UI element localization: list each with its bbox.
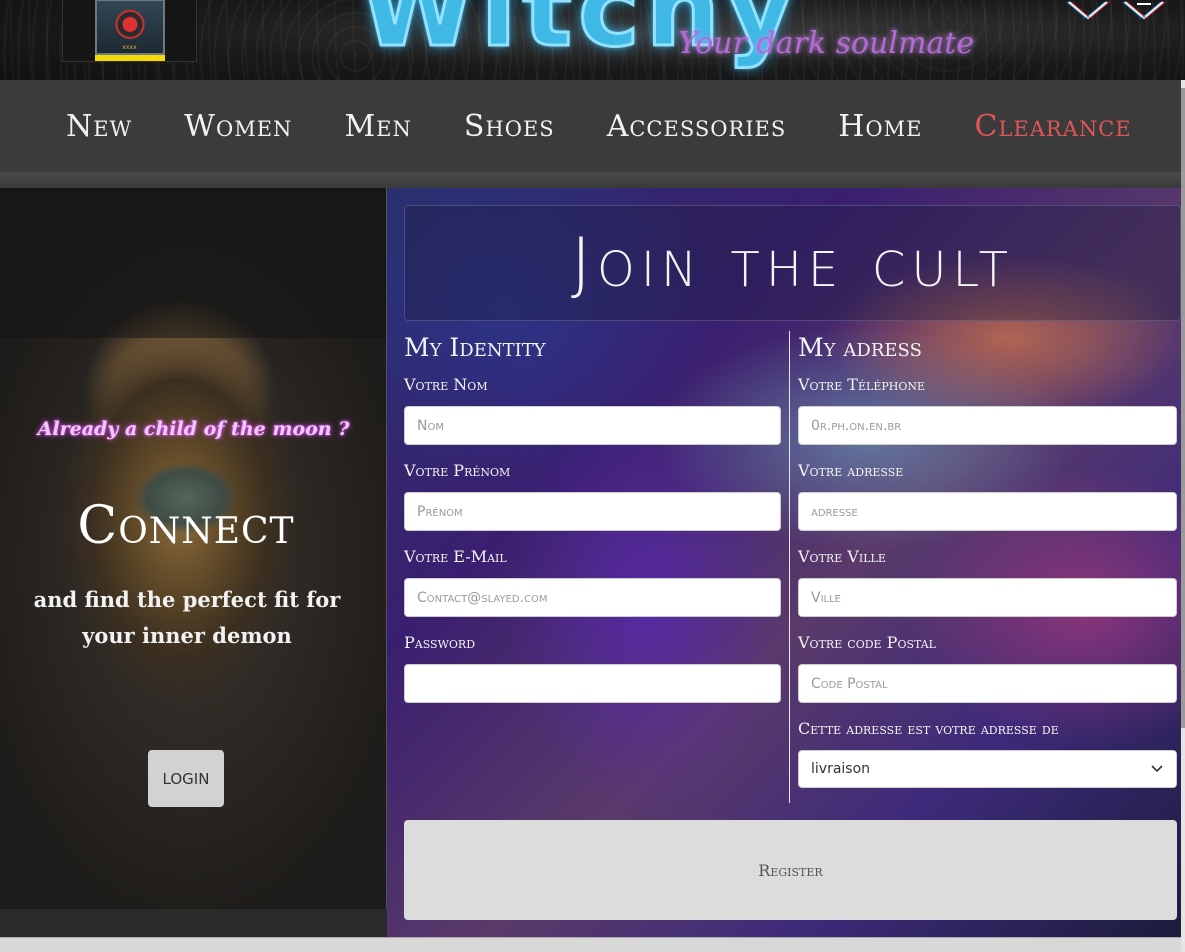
- postal-code-input[interactable]: [798, 664, 1177, 703]
- nav-item-shoes[interactable]: Shoes: [464, 109, 555, 144]
- nav-item-women[interactable]: Women: [184, 109, 292, 144]
- ville-input[interactable]: [798, 578, 1177, 617]
- main-nav: New Women Men Shoes Accessories Home Cle…: [0, 80, 1181, 172]
- login-button[interactable]: LOGIN: [148, 750, 224, 807]
- connect-panel: Already a child of the moon ? Connect an…: [0, 188, 387, 909]
- logo-artwork: xxxx: [94, 0, 165, 55]
- nav-item-men[interactable]: Men: [344, 109, 411, 144]
- adresse-label: Votre adresse: [798, 461, 904, 480]
- register-panel: Join the cult My Identity Votre Nom Votr…: [387, 188, 1181, 937]
- nav-divider-strip: [0, 172, 1181, 188]
- connect-description: and find the perfect fit for your inner …: [33, 587, 341, 648]
- register-button[interactable]: Register: [404, 820, 1177, 920]
- address-type-label: Cette adresse est votre adresse de: [798, 719, 1059, 738]
- header-icons: [1065, 0, 1167, 20]
- postal-code-label: Votre code Postal: [798, 633, 936, 652]
- join-title: Join the cult: [571, 224, 1014, 303]
- phone-label: Votre Téléphone: [798, 375, 926, 394]
- email-input[interactable]: [404, 578, 781, 617]
- header-banner: xxxx Witchy Your dark soulmate: [0, 0, 1185, 80]
- logo-bar: [94, 55, 165, 61]
- nom-input[interactable]: [404, 406, 781, 445]
- nav-item-clearance[interactable]: Clearance: [974, 109, 1131, 144]
- ville-label: Votre Ville: [798, 547, 886, 566]
- page-footer-edge: [0, 937, 1181, 952]
- nom-label: Votre Nom: [404, 375, 488, 394]
- brand-logo[interactable]: xxxx: [62, 0, 197, 62]
- column-divider: [789, 331, 790, 803]
- glitch-crown-icon[interactable]: [1121, 0, 1167, 20]
- brand-subtitle: Your dark soulmate: [678, 26, 975, 61]
- connect-tagline: Already a child of the moon ?: [37, 418, 350, 440]
- glitch-heart-icon[interactable]: [1065, 0, 1111, 20]
- nav-item-home[interactable]: Home: [838, 109, 922, 144]
- adresse-input[interactable]: [798, 492, 1177, 531]
- prenom-label: Votre Prénom: [404, 461, 511, 480]
- nav-item-new[interactable]: New: [66, 109, 132, 144]
- connect-shade: [0, 188, 386, 338]
- identity-heading: My Identity: [404, 333, 546, 362]
- connect-title: Connect: [77, 496, 295, 556]
- nav-item-accessories[interactable]: Accessories: [607, 109, 787, 144]
- address-type-value: livraison: [811, 761, 871, 777]
- address-type-select[interactable]: livraison: [798, 750, 1177, 788]
- chevron-down-icon: [1150, 762, 1164, 776]
- prenom-input[interactable]: [404, 492, 781, 531]
- join-title-box: Join the cult: [404, 205, 1181, 321]
- password-input[interactable]: [404, 664, 781, 703]
- logo-text: xxxx: [122, 44, 137, 51]
- password-label: Password: [404, 633, 476, 652]
- email-label: Votre E-Mail: [404, 547, 507, 566]
- address-heading: My adress: [798, 333, 922, 362]
- phone-input[interactable]: [798, 406, 1177, 445]
- scrollbar-thumb[interactable]: [1181, 88, 1185, 728]
